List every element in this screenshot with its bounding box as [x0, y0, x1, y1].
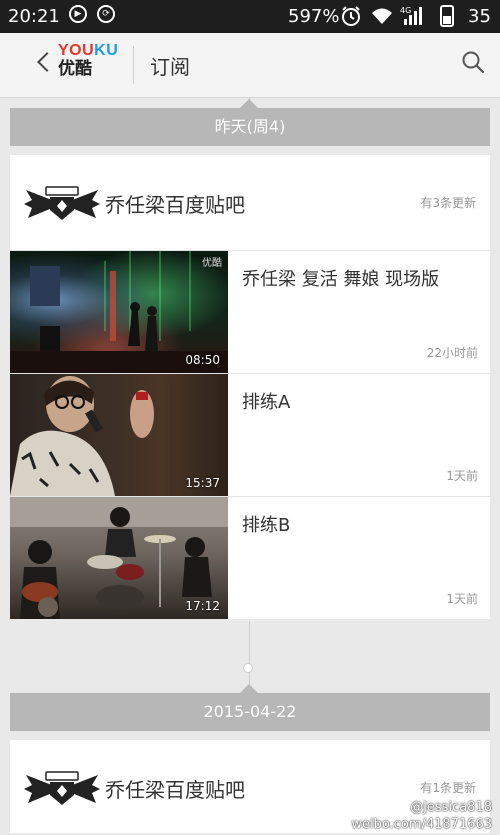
search-icon[interactable]	[462, 51, 484, 73]
wifi-icon	[372, 8, 392, 24]
subscription-card: 乔任梁百度贴吧 有3条更新 优酷 08:50 乔任梁 复活 舞娘 现场版 22小…	[10, 155, 490, 619]
video-title[interactable]: 排练A	[242, 388, 290, 414]
timeline-arrow	[240, 99, 258, 108]
video-duration: 15:37	[185, 476, 220, 490]
date-header: 昨天(周4)	[10, 108, 490, 146]
video-duration: 08:50	[185, 353, 220, 367]
battery-icon	[440, 5, 454, 27]
video-item[interactable]: 15:37 排练A 1天前	[10, 373, 490, 496]
app-header: YOUKU 优酷 订阅	[0, 33, 500, 98]
channel-name: 乔任梁百度贴吧	[105, 193, 245, 217]
back-icon[interactable]	[37, 52, 57, 72]
update-count: 有1条更新	[420, 781, 476, 795]
signal-icon: 4G	[400, 6, 422, 25]
watermark-line1: @Jessica818	[410, 800, 492, 815]
channel-logo	[24, 186, 100, 220]
sync-icon: ⟳	[97, 5, 115, 23]
video-item[interactable]: 优酷 08:50 乔任梁 复活 舞娘 现场版 22小时前	[10, 250, 490, 373]
weibo-watermark: @Jessica818 weibo.com/41871663	[351, 799, 492, 833]
youku-logo: YOUKU 优酷	[58, 42, 119, 79]
update-count: 有3条更新	[420, 196, 476, 210]
video-age: 22小时前	[426, 346, 478, 360]
battery-number: 35	[468, 6, 491, 27]
alarm-icon	[342, 6, 360, 26]
status-bar: 20:21 ▶ ⟳ 597% 4G 35	[0, 0, 500, 33]
status-time: 20:21	[8, 6, 60, 27]
header-divider	[133, 46, 134, 84]
play-circle-icon: ▶	[69, 5, 87, 23]
channel-logo	[24, 771, 100, 805]
svg-text:4G: 4G	[400, 6, 411, 15]
video-thumbnail[interactable]: 优酷 08:50	[10, 251, 228, 373]
timeline-line	[249, 621, 250, 693]
watermark-line2: weibo.com/41871663	[351, 817, 492, 832]
channel-name: 乔任梁百度贴吧	[105, 778, 245, 802]
video-title[interactable]: 排练B	[242, 511, 290, 537]
battery-percent: 597%	[288, 6, 340, 27]
channel-row[interactable]: 乔任梁百度贴吧 有3条更新	[10, 155, 490, 250]
video-age: 1天前	[446, 469, 478, 483]
video-item[interactable]: 17:12 排练B 1天前	[10, 496, 490, 619]
date-header: 2015-04-22	[10, 693, 490, 731]
video-duration: 17:12	[185, 599, 220, 613]
video-thumbnail[interactable]: 15:37	[10, 374, 228, 496]
video-age: 1天前	[446, 592, 478, 606]
timeline-arrow	[240, 684, 258, 693]
page-title: 订阅	[150, 55, 190, 79]
timeline-dot	[243, 663, 253, 673]
youku-watermark: 优酷	[202, 258, 222, 269]
video-title[interactable]: 乔任梁 复活 舞娘 现场版	[242, 265, 439, 291]
video-thumbnail[interactable]: 17:12	[10, 497, 228, 619]
